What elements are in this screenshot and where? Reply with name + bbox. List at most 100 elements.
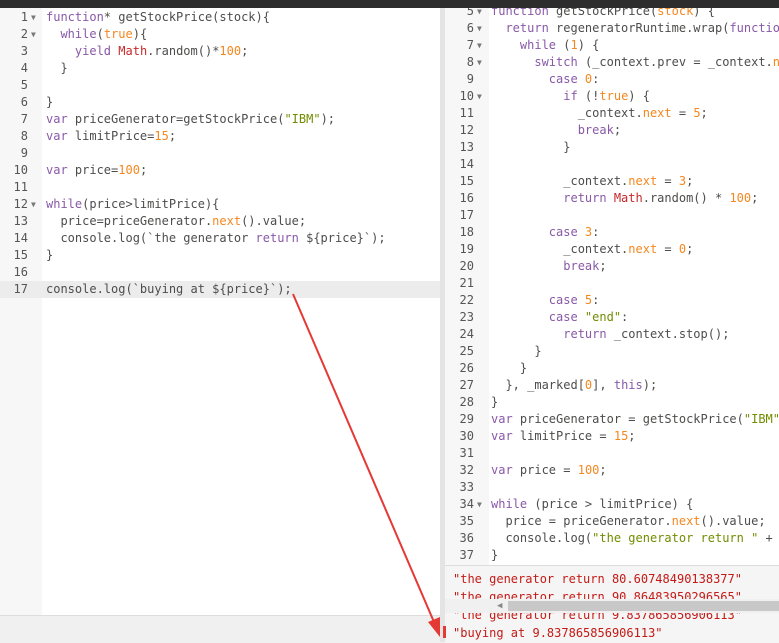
code-line[interactable]: 11: [0, 179, 440, 196]
code-line[interactable]: 8▼ switch (_context.prev = _context.next…: [445, 54, 779, 71]
code-text: }: [491, 139, 570, 156]
code-token: }: [46, 248, 54, 262]
code-text: console.log(`the generator return ${pric…: [46, 230, 385, 247]
code-line[interactable]: 23 case "end":: [445, 309, 779, 326]
code-token: while: [519, 38, 557, 52]
fold-toggle-icon[interactable]: ▼: [477, 37, 482, 54]
code-line[interactable]: 17: [445, 207, 779, 224]
code-text: case 0:: [491, 71, 600, 88]
line-number: 34: [459, 497, 474, 511]
code-line[interactable]: 20 break;: [445, 258, 779, 275]
line-number: 19: [459, 242, 474, 256]
code-token: }, _marked[: [491, 378, 585, 392]
code-token: 100: [729, 191, 752, 205]
code-line[interactable]: 34 ▼ while (price > limitPrice) {: [445, 496, 779, 513]
code-line[interactable]: 32 var price = 100;: [445, 462, 779, 479]
code-line[interactable]: 19 _context.next = 0;: [445, 241, 779, 258]
code-line[interactable]: 29 var priceGenerator = getStockPrice("IB…: [445, 411, 779, 428]
fold-toggle-icon[interactable]: ▼: [477, 8, 482, 20]
code-line[interactable]: 5 ▼ function getStockPrice(stock) {: [445, 8, 779, 20]
code-text: var priceGenerator=getStockPrice("IBM");: [46, 111, 335, 128]
code-line[interactable]: 24 return _context.stop();: [445, 326, 779, 343]
fold-toggle-icon[interactable]: ▼: [477, 88, 482, 105]
code-line[interactable]: 35 price = priceGenerator.next().value;: [445, 513, 779, 530]
scrollbar-thumb[interactable]: [508, 601, 779, 611]
code-line[interactable]: 4 }: [0, 60, 440, 77]
code-token: }: [491, 395, 499, 409]
code-line[interactable]: 1 ▼ function* getStockPrice(stock){: [0, 9, 440, 26]
code-line[interactable]: 16 return Math.random() * 100;: [445, 190, 779, 207]
code-token: price=priceGenerator.: [46, 214, 213, 228]
code-line[interactable]: 7 ▼ while (1) {: [445, 37, 779, 54]
code-line[interactable]: 31: [445, 445, 779, 462]
code-line[interactable]: 27 }, _marked[0], this);: [445, 377, 779, 394]
code-line[interactable]: 37}: [445, 547, 779, 564]
code-line[interactable]: 28}: [445, 394, 779, 411]
code-line[interactable]: 12 ▼ while(price>limitPrice){: [0, 196, 440, 213]
code-token: ;: [751, 191, 759, 205]
fold-toggle-icon[interactable]: ▼: [477, 496, 482, 513]
code-line[interactable]: 25 }: [445, 343, 779, 360]
code-line[interactable]: 21: [445, 275, 779, 292]
code-line[interactable]: 22 case 5:: [445, 292, 779, 309]
fold-toggle-icon[interactable]: ▼: [31, 26, 36, 43]
bottom-bar: [0, 615, 440, 643]
compiled-output-editor[interactable]: 5 ▼ function getStockPrice(stock) {6 ▼ retu…: [445, 8, 779, 565]
code-token: break: [563, 259, 600, 273]
error-marker: [443, 626, 446, 638]
scroll-left-icon[interactable]: ◀: [497, 599, 502, 613]
code-line[interactable]: 13 price=priceGenerator.next().value;: [0, 213, 440, 230]
code-line[interactable]: 8 var limitPrice=15;: [0, 128, 440, 145]
code-token: =: [657, 242, 679, 256]
fold-toggle-icon[interactable]: ▼: [477, 54, 482, 71]
code-line[interactable]: 7 var priceGenerator=getStockPrice("IBM")…: [0, 111, 440, 128]
code-token: (: [556, 38, 571, 52]
code-line[interactable]: 6 ▼ return regeneratorRuntime.wrap(functi…: [445, 20, 779, 37]
line-number: 22: [459, 293, 474, 307]
code-token: case: [548, 293, 585, 307]
line-number: 11: [13, 180, 28, 194]
code-token: "IBM": [284, 112, 321, 126]
code-token: ) {: [577, 38, 600, 52]
code-line[interactable]: 10 var price=100;: [0, 162, 440, 179]
code-line[interactable]: 13 }: [445, 139, 779, 156]
code-text: while (1) {: [491, 37, 600, 54]
code-text: case "end":: [491, 309, 628, 326]
code-line[interactable]: 3 yield Math.random()*100;: [0, 43, 440, 60]
code-token: ;: [628, 429, 636, 443]
code-token: return: [255, 231, 299, 245]
code-line[interactable]: 12 break;: [445, 122, 779, 139]
fold-toggle-icon[interactable]: ▼: [477, 20, 482, 37]
code-line[interactable]: 36 console.log("the generator return " +…: [445, 530, 779, 547]
code-line[interactable]: 5: [0, 77, 440, 94]
code-line[interactable]: 14: [445, 156, 779, 173]
code-token: while: [60, 27, 97, 41]
code-line[interactable]: 33: [445, 479, 779, 496]
code-line[interactable]: 6}: [0, 94, 440, 111]
horizontal-scrollbar[interactable]: ◀: [445, 599, 779, 613]
code-line[interactable]: 26 }: [445, 360, 779, 377]
line-number: 32: [459, 463, 474, 477]
code-line[interactable]: 30 var limitPrice = 15;: [445, 428, 779, 445]
code-token: ;: [613, 123, 622, 137]
code-line[interactable]: 17 console.log(`buying at ${price}`);: [0, 281, 440, 298]
fold-toggle-icon[interactable]: ▼: [31, 9, 36, 26]
code-line[interactable]: 11 _context.next = 5;: [445, 105, 779, 122]
code-line[interactable]: 10 ▼ if (!true) {: [445, 88, 779, 105]
code-token: * getStockPrice(stock){: [103, 10, 270, 24]
code-line[interactable]: 15 _context.next = 3;: [445, 173, 779, 190]
code-line[interactable]: 16: [0, 264, 440, 281]
code-line[interactable]: 18 case 3:: [445, 224, 779, 241]
line-number: 30: [459, 429, 474, 443]
code-line[interactable]: 9 case 0:: [445, 71, 779, 88]
fold-toggle-icon[interactable]: ▼: [31, 196, 36, 213]
source-editor[interactable]: 1 ▼ function* getStockPrice(stock){2 ▼ whil…: [0, 8, 440, 615]
code-line[interactable]: 14 console.log(`the generator return ${p…: [0, 230, 440, 247]
code-token: true: [599, 89, 629, 103]
code-token: (price>limitPrice){: [82, 197, 220, 211]
code-line[interactable]: 15}: [0, 247, 440, 264]
code-line[interactable]: 9: [0, 145, 440, 162]
code-line[interactable]: 2 ▼ while(true){: [0, 26, 440, 43]
code-text: yield Math.random()*100;: [46, 43, 248, 60]
